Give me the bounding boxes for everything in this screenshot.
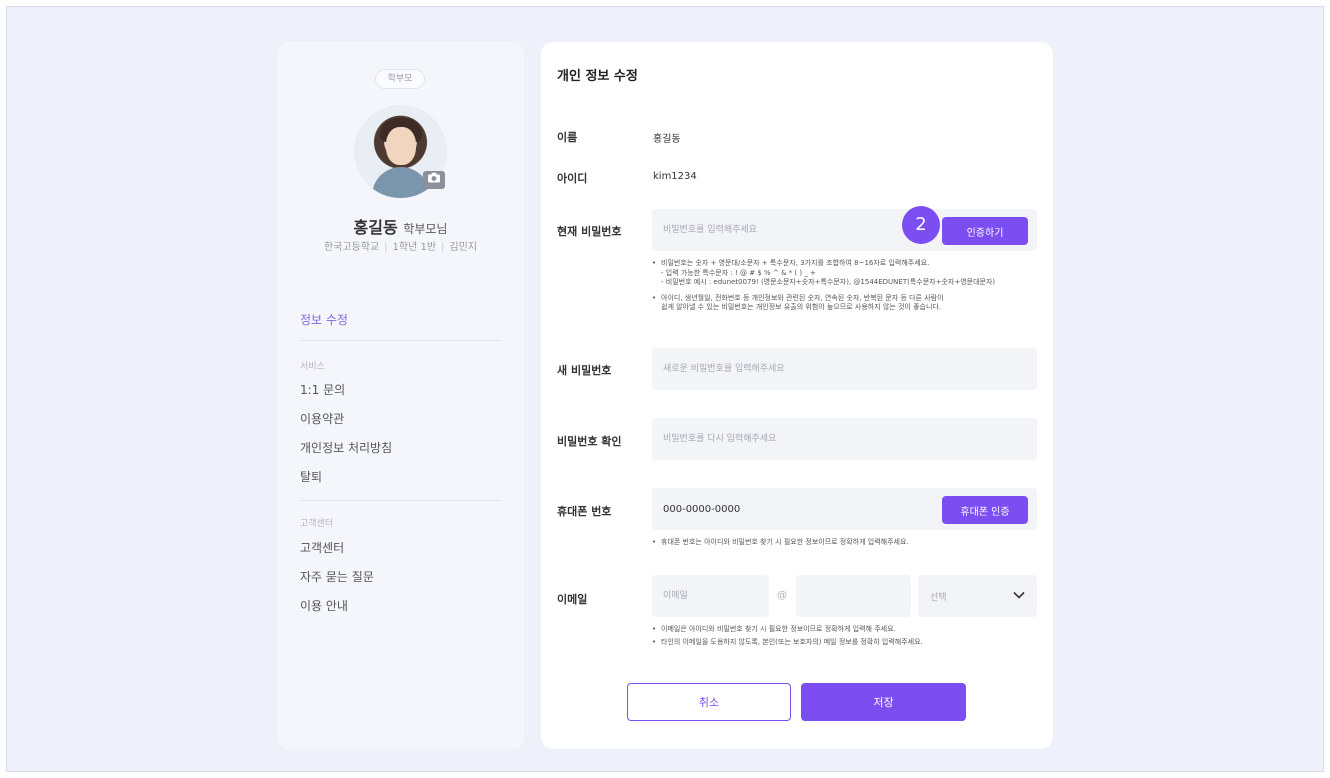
avatar-face [386, 127, 416, 165]
school-name: 한국고등학교 [323, 242, 380, 253]
page-title: 개인 정보 수정 [557, 69, 638, 84]
email-local-input[interactable] [652, 575, 769, 617]
email-domain-select[interactable]: 선택 [918, 575, 1037, 617]
new-password-label: 새 비밀번호 [557, 364, 612, 377]
cancel-button[interactable]: 취소 [627, 683, 791, 721]
meta-separator: | [441, 242, 445, 253]
email-label: 이메일 [557, 593, 588, 606]
password-rule: 쉽게 알아낼 수 있는 비밀번호는 개인정보 유출의 위험이 높으므로 사용하지… [661, 303, 942, 311]
email-at-sign: @ [777, 590, 787, 601]
user-name: 홍길동 학부모님 [277, 214, 524, 238]
class-name: 1학년 1반 [392, 242, 437, 253]
id-label: 아이디 [557, 172, 588, 185]
password-rules: 비밀번호는 숫자 + 영문대/소문자 + 특수문자, 3가지를 조합하여 8~1… [652, 259, 995, 313]
sidebar-item-withdraw[interactable]: 탈퇴 [300, 468, 322, 485]
sidebar-group-service: 서비스 [300, 362, 325, 372]
user-name-text: 홍길동 [353, 218, 398, 237]
current-password-label: 현재 비밀번호 [557, 225, 622, 238]
sidebar-item-guide[interactable]: 이용 안내 [300, 597, 348, 614]
confirm-password-label: 비밀번호 확인 [557, 435, 622, 448]
name-value: 홍길동 [653, 134, 681, 145]
confirm-password-input[interactable] [652, 418, 1037, 460]
chevron-down-icon [1013, 591, 1025, 599]
sidebar-item-faq[interactable]: 자주 묻는 질문 [300, 568, 374, 585]
email-note: 이메일은 아이디와 비밀번호 찾기 시 필요한 정보이므로 정확하게 입력해 주… [652, 625, 923, 635]
sidebar-divider [300, 340, 502, 341]
sidebar-item-support[interactable]: 고객센터 [300, 539, 344, 556]
camera-icon[interactable] [423, 171, 445, 189]
profile-panel: 학부모 홍길동 학부모님 한국고등학교 | 1학년 1반 | 김민지 정보 수정 서비스… [277, 42, 524, 749]
sidebar-item-terms[interactable]: 이용약관 [300, 410, 344, 427]
phone-note: 휴대폰 번호는 아이디와 비밀번호 찾기 시 필요한 정보이므로 정확하게 입력… [652, 538, 909, 548]
user-meta: 한국고등학교 | 1학년 1반 | 김민지 [277, 238, 524, 253]
user-name-suffix: 학부모님 [403, 222, 448, 236]
id-value: kim1234 [653, 171, 697, 182]
avatar-shirt [372, 167, 430, 198]
step-badge: 2 [902, 206, 940, 244]
sidebar-item-edit-info[interactable]: 정보 수정 [300, 311, 348, 328]
sidebar-item-inquiry[interactable]: 1:1 문의 [300, 381, 345, 398]
name-label: 이름 [557, 131, 578, 144]
email-domain-select-value: 선택 [930, 593, 947, 603]
child-name: 김민지 [449, 242, 478, 253]
sidebar-divider [300, 500, 502, 501]
sidebar-item-privacy[interactable]: 개인정보 처리방침 [300, 439, 392, 456]
new-password-input[interactable] [652, 348, 1037, 390]
phone-note-text: 휴대폰 번호는 아이디와 비밀번호 찾기 시 필요한 정보이므로 정확하게 입력… [652, 538, 909, 548]
save-button[interactable]: 저장 [801, 683, 966, 721]
verify-button[interactable]: 인증하기 [942, 217, 1028, 245]
email-notes: 이메일은 아이디와 비밀번호 찾기 시 필요한 정보이므로 정확하게 입력해 주… [652, 625, 923, 647]
sidebar-group-support: 고객센터 [300, 519, 334, 529]
edit-info-card: 개인 정보 수정 이름 홍길동 아이디 kim1234 현재 비밀번호 2 인증… [541, 42, 1053, 749]
password-rule: - 비밀번호 예시 : edunet0079! (영문소문자+숫자+특수문자),… [661, 278, 996, 286]
camera-icon-svg [428, 172, 440, 183]
password-rule: - 입력 가능한 특수문자 : ! @ # $ % ^ & * ( ) _ + [661, 268, 816, 277]
phone-label: 휴대폰 번호 [557, 505, 612, 518]
password-rule: 아이디, 생년월일, 전화번호 등 개인정보와 관련된 숫자, 연속된 숫자, … [652, 294, 995, 304]
meta-separator: | [384, 242, 388, 253]
email-domain-input[interactable] [796, 575, 911, 617]
phone-verify-button[interactable]: 휴대폰 인증 [942, 496, 1028, 524]
role-chip: 학부모 [375, 69, 425, 89]
email-note: 타인의 이메일을 도용하지 않도록, 본인(또는 보호자의) 메일 정보를 정확… [652, 638, 923, 648]
password-rule: 비밀번호는 숫자 + 영문대/소문자 + 특수문자, 3가지를 조합하여 8~1… [652, 259, 995, 269]
